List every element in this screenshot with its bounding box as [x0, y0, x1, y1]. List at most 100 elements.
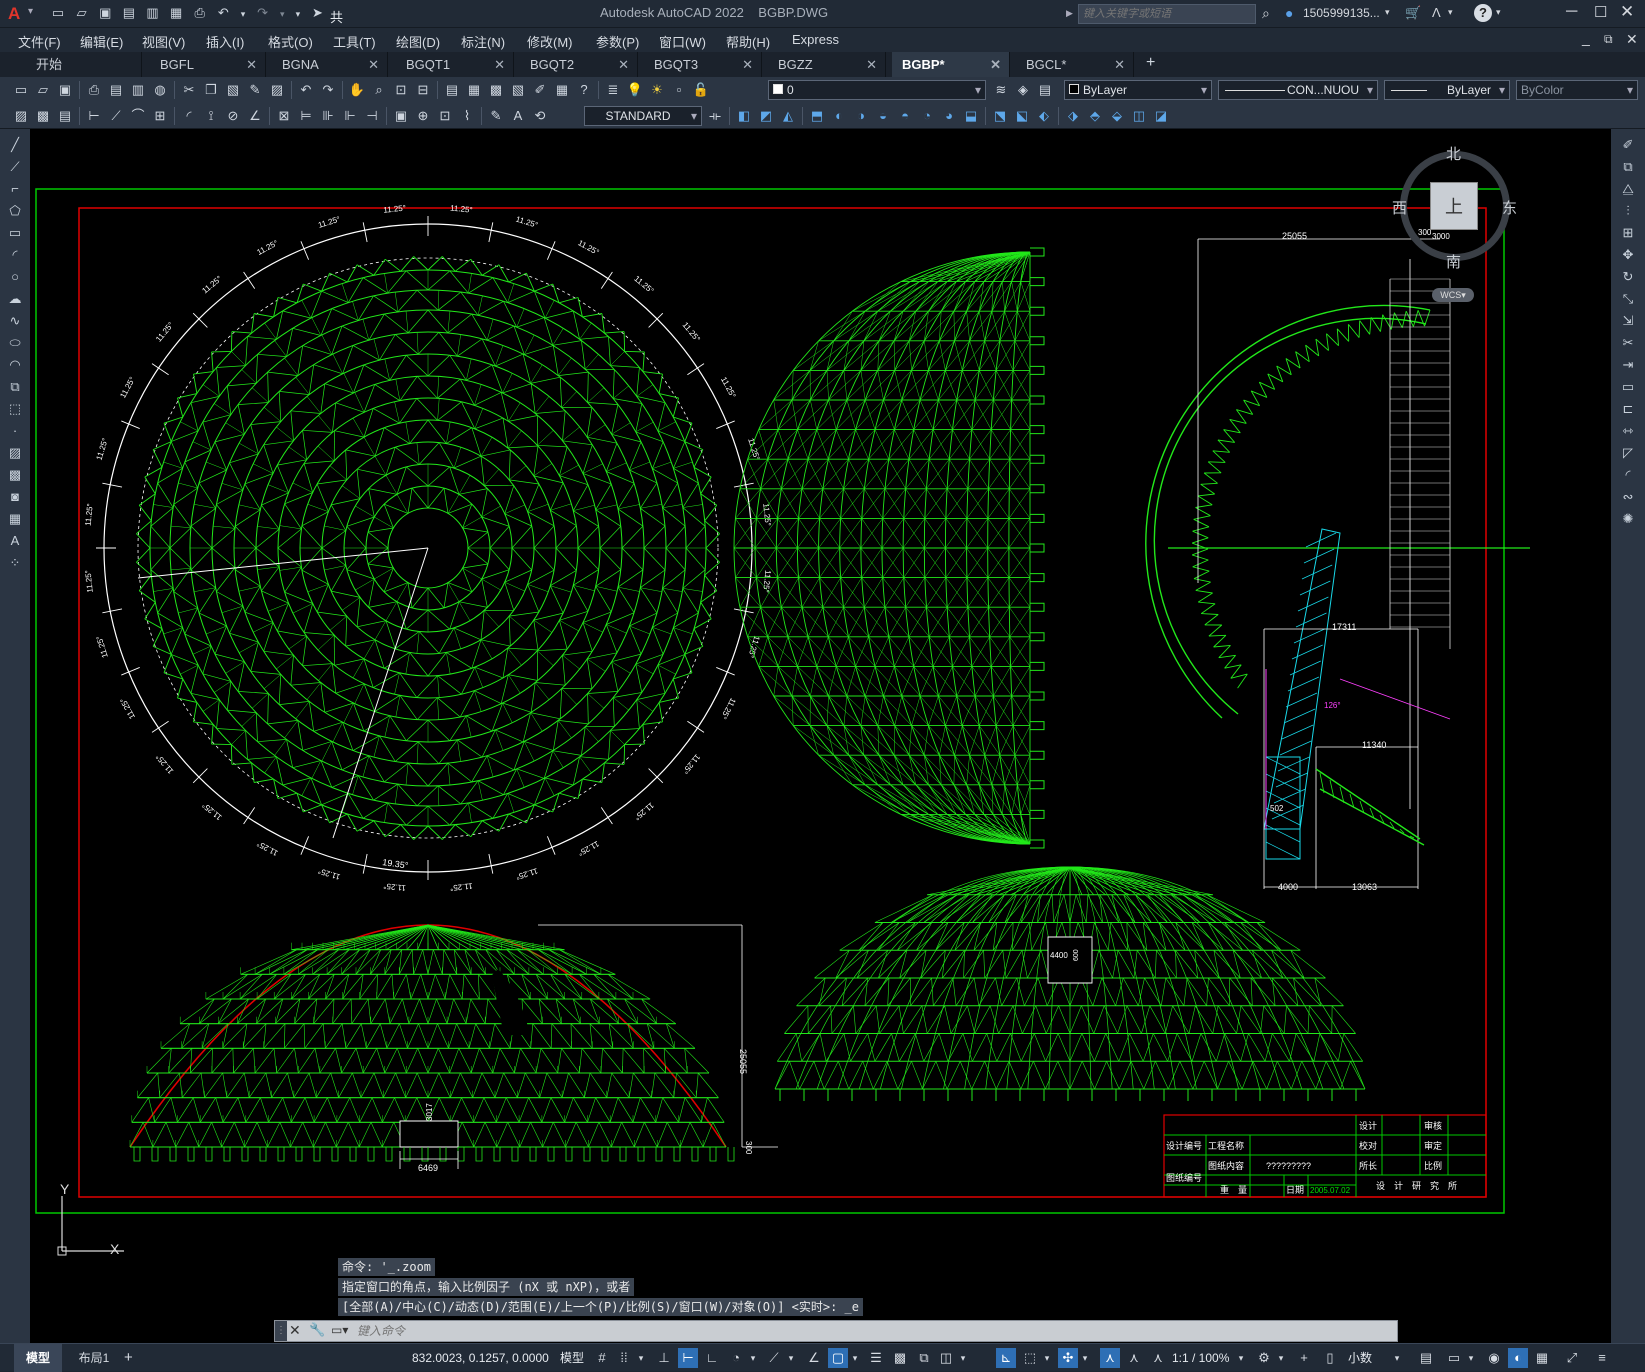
offset-icon[interactable]: ⫶: [1618, 201, 1638, 221]
break-at-point-icon[interactable]: ▭: [1618, 377, 1638, 397]
menu-parametric[interactable]: 参数(P): [596, 32, 639, 51]
layer-lock-icon[interactable]: 🔓: [691, 80, 711, 100]
dim-arc-icon[interactable]: ⌒: [128, 106, 148, 126]
sweep-icon[interactable]: ◑: [851, 106, 871, 126]
zoom-previous-icon[interactable]: ⊟: [413, 80, 433, 100]
snap-icon[interactable]: ⁞⁞: [614, 1348, 634, 1368]
layer-state-icon[interactable]: ▤: [1035, 80, 1055, 100]
dim-radius-icon[interactable]: ◜: [179, 106, 199, 126]
ellipse-icon[interactable]: ⬭: [5, 333, 25, 353]
customize-status-icon[interactable]: ≡: [1592, 1348, 1612, 1368]
filter-dropdown-icon[interactable]: ▾: [1042, 1348, 1052, 1368]
intersect-icon[interactable]: ◕: [939, 106, 959, 126]
tab-bgzz[interactable]: BGZZ✕: [768, 52, 886, 77]
copy-icon[interactable]: ⧉: [1618, 157, 1638, 177]
layer-viewport-icon[interactable]: ▫: [669, 80, 689, 100]
menu-format[interactable]: 格式(O): [268, 32, 313, 51]
lineweight-icon[interactable]: ☰: [866, 1348, 886, 1368]
new-tab-plus-icon[interactable]: +: [1146, 54, 1155, 72]
3dosnap-dropdown-icon[interactable]: ▾: [958, 1348, 968, 1368]
properties-icon[interactable]: ▤: [442, 80, 462, 100]
3dalign-icon[interactable]: ⬙: [1107, 106, 1127, 126]
point-icon[interactable]: ·: [5, 421, 25, 441]
dim-jogged-icon[interactable]: ⟟: [201, 106, 221, 126]
scale-dropdown-icon[interactable]: ▾: [1236, 1348, 1246, 1368]
dim-linear-icon[interactable]: ⊢: [84, 106, 104, 126]
tab-close-icon[interactable]: ✕: [742, 52, 753, 77]
dome-half-elevation[interactable]: [734, 248, 1044, 848]
dim-space-icon[interactable]: ⊩: [340, 106, 360, 126]
tab-start[interactable]: 开始: [26, 52, 142, 77]
dwg-compare-icon[interactable]: ▨: [11, 106, 31, 126]
search-input[interactable]: [1078, 4, 1256, 24]
polar-dropdown-icon[interactable]: ▾: [748, 1348, 758, 1368]
app-dropdown-icon[interactable]: ▾: [1448, 7, 1453, 18]
gradient-icon[interactable]: ▩: [5, 465, 25, 485]
quick-dim-icon[interactable]: ⊠: [274, 106, 294, 126]
3dmirror-icon[interactable]: ◪: [1151, 106, 1171, 126]
menu-dimension[interactable]: 标注(N): [461, 32, 505, 51]
polar-tracking-icon[interactable]: ◔: [726, 1348, 746, 1368]
dynamic-ucs-icon[interactable]: ⊾: [996, 1348, 1016, 1368]
fullscreen-icon[interactable]: ⤢: [1562, 1348, 1582, 1368]
save-as-icon[interactable]: ▤: [119, 3, 139, 23]
markup-icon[interactable]: ✐: [530, 80, 550, 100]
tab-close-icon[interactable]: ✕: [246, 52, 257, 77]
tab-layout1[interactable]: 布局1: [72, 1344, 116, 1372]
doc-minimize-icon[interactable]: _: [1582, 30, 1590, 46]
menu-express[interactable]: Express: [792, 32, 839, 47]
layer-properties-icon[interactable]: ≣: [603, 80, 623, 100]
stretch-icon[interactable]: ⇲: [1618, 311, 1638, 331]
3dprint-icon[interactable]: ◍: [150, 80, 170, 100]
undo-icon[interactable]: ↶: [296, 80, 316, 100]
dynamic-input-icon[interactable]: ⊢: [678, 1348, 698, 1368]
menu-draw[interactable]: 绘图(D): [396, 32, 440, 51]
redo-dropdown-icon[interactable]: ▾: [276, 4, 288, 24]
infer-constraints-icon[interactable]: ⊥: [654, 1348, 674, 1368]
tab-close-icon[interactable]: ✕: [368, 52, 379, 77]
revolve-icon[interactable]: ◐: [829, 106, 849, 126]
3d-osnap-icon[interactable]: ◫: [936, 1348, 956, 1368]
layer-walk-icon[interactable]: ▤: [55, 106, 75, 126]
dome-side-elevation[interactable]: [130, 925, 778, 1169]
3darray-icon[interactable]: ◫: [1129, 106, 1149, 126]
add-layout-icon[interactable]: +: [124, 1344, 133, 1372]
scale-icon[interactable]: ⤡: [1618, 289, 1638, 309]
add-selected-icon[interactable]: ⁘: [5, 553, 25, 573]
menu-modify[interactable]: 修改(M): [527, 32, 573, 51]
table-icon[interactable]: ▦: [5, 509, 25, 529]
drawing-canvas[interactable]: 11.25°11.25°11.25°11.25°11.25°11.25°11.2…: [30, 129, 1611, 1343]
publish-icon[interactable]: ▥: [128, 80, 148, 100]
center-mark-icon[interactable]: ⊕: [413, 106, 433, 126]
menu-insert[interactable]: 插入(I): [206, 32, 244, 51]
app-menu-chevron-icon[interactable]: ▾: [28, 6, 33, 17]
rotate-icon[interactable]: ↻: [1618, 267, 1638, 287]
search-icon[interactable]: ⌕: [1262, 5, 1270, 22]
user-dropdown-icon[interactable]: ▾: [1385, 7, 1390, 18]
dim-update-icon[interactable]: ⟲: [530, 106, 550, 126]
save-icon[interactable]: ▣: [95, 3, 115, 23]
redo-icon[interactable]: ↷: [253, 3, 273, 23]
tab-bgna[interactable]: BGNA✕: [272, 52, 388, 77]
new-icon[interactable]: ▭: [11, 80, 31, 100]
undo-icon[interactable]: ↶: [213, 3, 233, 23]
union-icon[interactable]: ◓: [895, 106, 915, 126]
snap-dropdown-icon[interactable]: ▾: [636, 1348, 646, 1368]
lock-dropdown-icon[interactable]: ▾: [1466, 1348, 1476, 1368]
preview-icon[interactable]: ▤: [106, 80, 126, 100]
blend-icon[interactable]: ∾: [1618, 487, 1638, 507]
wcs-menu[interactable]: WCS▾: [1432, 288, 1474, 302]
polygon-icon[interactable]: ⬠: [5, 201, 25, 221]
gizmo-dropdown-icon[interactable]: ▾: [1080, 1348, 1090, 1368]
object-snap-icon[interactable]: ▢: [828, 1348, 848, 1368]
dim-continue-icon[interactable]: ⊪: [318, 106, 338, 126]
new-file-icon[interactable]: ▭: [48, 3, 68, 23]
tab-bgqt2[interactable]: BGQT2✕: [520, 52, 638, 77]
open-file-icon[interactable]: ▱: [72, 3, 92, 23]
break-icon[interactable]: ⊏: [1618, 399, 1638, 419]
customize-qat-icon[interactable]: ▾: [292, 4, 304, 24]
doc-restore-icon[interactable]: ⧉: [1604, 32, 1613, 47]
hatch-icon[interactable]: ▨: [5, 443, 25, 463]
dimstyle-dropdown[interactable]: STANDARD▾: [584, 106, 702, 126]
annotation-visibility-icon[interactable]: ⋏: [1100, 1348, 1120, 1368]
